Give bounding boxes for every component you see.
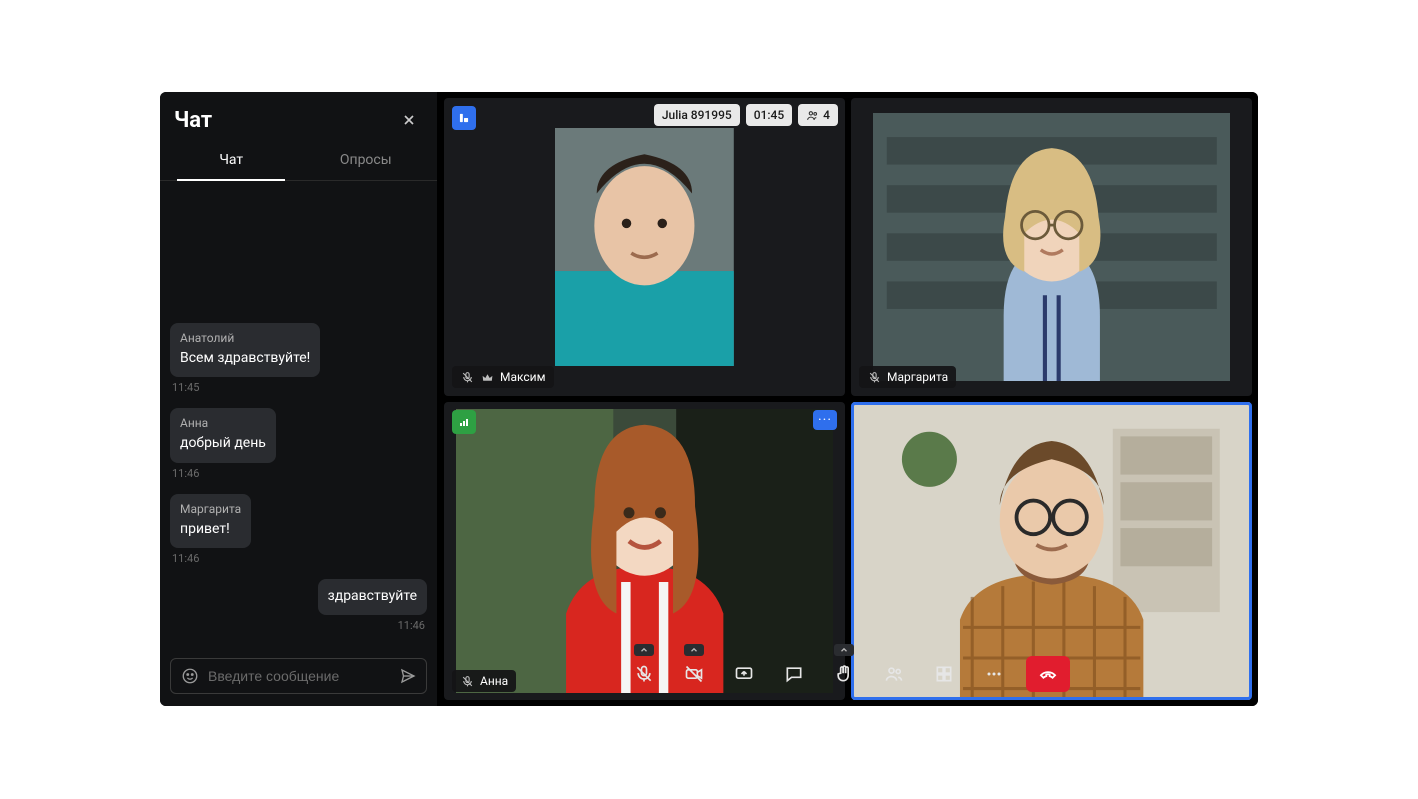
- message-text: Всем здравствуйте!: [180, 349, 310, 367]
- message-author: Анна: [180, 416, 266, 430]
- video-tile[interactable]: Максим: [444, 98, 845, 396]
- chat-message: Маргарита привет! 11:46: [170, 494, 427, 575]
- participants-count: 4: [823, 108, 830, 122]
- message-author: Маргарита: [180, 502, 241, 516]
- message-bubble: Маргарита привет!: [170, 494, 251, 548]
- message-time: 11:46: [172, 619, 425, 632]
- camera-options-caret[interactable]: [684, 644, 704, 656]
- call-info-bar: Julia 891995 01:45 4: [654, 104, 838, 126]
- send-button[interactable]: [397, 665, 418, 687]
- participant-video: [555, 128, 734, 366]
- chat-input-row: [170, 658, 427, 694]
- emoji-button[interactable]: [179, 665, 200, 687]
- toggle-chat-button[interactable]: [776, 656, 812, 692]
- share-screen-button[interactable]: [726, 656, 762, 692]
- close-chat-button[interactable]: [395, 106, 423, 134]
- message-text: добрый день: [180, 434, 266, 452]
- close-icon: [401, 112, 417, 128]
- video-conference-app: Чат Чат Опросы Анатолий Всем здравствуйт…: [160, 92, 1258, 706]
- chevron-up-icon: [689, 645, 699, 655]
- chat-bubble-icon: [784, 664, 804, 684]
- participant-name: Маргарита: [887, 370, 948, 384]
- participant-name-pill: Анна: [452, 670, 516, 692]
- participants-button[interactable]: [876, 656, 912, 692]
- more-options-icon: [984, 664, 1004, 684]
- participant-video: [873, 113, 1231, 381]
- message-bubble: здравствуйте: [318, 579, 427, 615]
- message-time: 11:46: [172, 552, 425, 565]
- video-tile[interactable]: Маргарита: [851, 98, 1252, 396]
- emoji-icon: [181, 667, 199, 685]
- share-screen-icon: [734, 664, 754, 684]
- tab-chat[interactable]: Чат: [164, 142, 299, 180]
- participant-name-pill: Маргарита: [859, 366, 956, 388]
- raise-hand-button[interactable]: [826, 656, 862, 692]
- signal-icon: [458, 416, 470, 428]
- reactions-caret[interactable]: [834, 644, 854, 656]
- participant-name-pill: Максим: [452, 366, 554, 388]
- grid-layout-icon: [934, 664, 954, 684]
- mic-off-icon: [867, 370, 881, 384]
- participant-name: Анна: [480, 674, 508, 688]
- message-time: 11:45: [172, 381, 425, 394]
- connection-quality-badge: [452, 410, 476, 434]
- camera-off-icon: [684, 664, 704, 684]
- toggle-mic-button[interactable]: [626, 656, 662, 692]
- participants-count-pill[interactable]: 4: [798, 104, 838, 126]
- message-text: здравствуйте: [328, 587, 417, 605]
- chat-message: Анатолий Всем здравствуйте! 11:45: [170, 323, 427, 404]
- message-text: привет!: [180, 520, 241, 538]
- participants-icon: [806, 109, 819, 122]
- chevron-up-icon: [639, 645, 649, 655]
- chat-message-list: Анатолий Всем здравствуйте! 11:45 Анна д…: [160, 181, 437, 650]
- app-logo-badge: [452, 106, 476, 130]
- chevron-up-icon: [839, 645, 849, 655]
- chat-input[interactable]: [208, 668, 389, 684]
- participants-icon: [884, 664, 904, 684]
- chat-message: Анна добрый день 11:46: [170, 408, 427, 489]
- message-bubble: Анатолий Всем здравствуйте!: [170, 323, 320, 377]
- message-time: 11:46: [172, 467, 425, 480]
- participant-name: Максим: [500, 370, 546, 384]
- send-icon: [399, 667, 417, 685]
- mic-off-icon: [460, 370, 474, 384]
- host-crown-icon: [480, 370, 494, 384]
- chat-panel-title: Чат: [174, 108, 212, 133]
- chat-panel: Чат Чат Опросы Анатолий Всем здравствуйт…: [160, 92, 438, 706]
- toggle-camera-button[interactable]: [676, 656, 712, 692]
- tab-polls[interactable]: Опросы: [299, 142, 434, 180]
- room-name-pill: Julia 891995: [654, 104, 740, 126]
- chat-tabs: Чат Опросы: [160, 142, 437, 181]
- message-author: Анатолий: [180, 331, 310, 345]
- video-grid: Julia 891995 01:45 4: [438, 92, 1258, 706]
- mic-off-icon: [634, 664, 654, 684]
- mic-off-icon: [460, 674, 474, 688]
- message-bubble: Анна добрый день: [170, 408, 276, 462]
- chat-header: Чат: [160, 92, 437, 142]
- hangup-button[interactable]: [1026, 656, 1070, 692]
- more-options-button[interactable]: [976, 656, 1012, 692]
- call-timer-pill: 01:45: [746, 104, 792, 126]
- tile-more-button[interactable]: ···: [813, 410, 837, 430]
- raise-hand-icon: [834, 664, 854, 684]
- hangup-icon: [1038, 664, 1058, 684]
- mic-options-caret[interactable]: [634, 644, 654, 656]
- chat-message-self: здравствуйте 11:46: [170, 579, 427, 642]
- layout-grid-button[interactable]: [926, 656, 962, 692]
- logo-icon: [457, 111, 471, 125]
- call-toolbar: [626, 656, 1070, 692]
